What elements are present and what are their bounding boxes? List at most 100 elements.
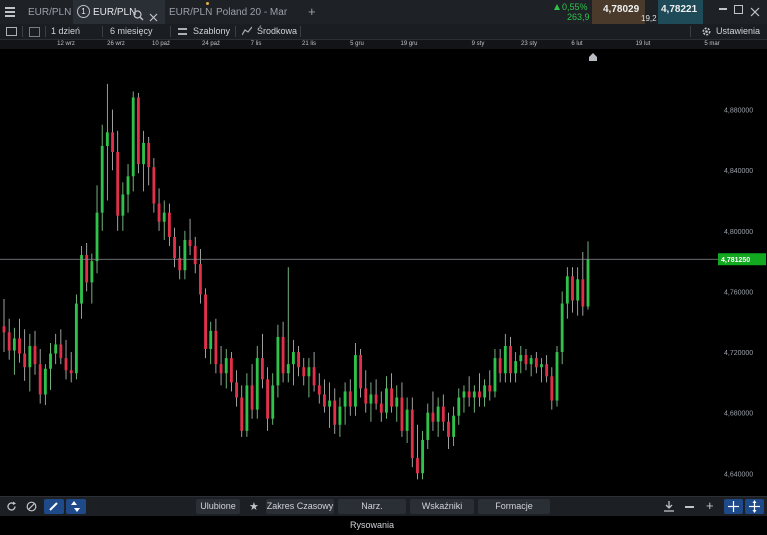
candlestick-chart[interactable]: 4,880000 4,840000 4,800000 4,760000 4,720000… [0, 49, 767, 496]
range-selector[interactable]: 6 miesięcy [110, 24, 153, 39]
disable-icon[interactable] [26, 501, 37, 514]
current-price-label: 4,781250 [721, 257, 750, 264]
tab-eurpln-active[interactable]: 1 EUR/PLN [73, 0, 165, 24]
templates-button[interactable]: Szablony [193, 24, 230, 39]
maximize-icon[interactable] [734, 5, 743, 14]
candle [297, 345, 301, 377]
candle [152, 158, 156, 213]
sort-tool-button[interactable] [66, 499, 86, 514]
candle-body [43, 368, 47, 395]
pen-tool-button[interactable] [44, 499, 64, 514]
candle-body [586, 259, 590, 307]
candle [54, 333, 58, 365]
menu-icon[interactable] [5, 7, 15, 17]
panel-icon[interactable] [6, 27, 17, 36]
candle-body [204, 294, 207, 350]
candle-body [54, 344, 58, 354]
candle [209, 321, 213, 365]
candle-body [235, 382, 238, 398]
gear-icon[interactable] [701, 26, 712, 39]
crosshair-button[interactable] [724, 499, 743, 514]
candle [519, 345, 523, 374]
spread-value: 19,2 [641, 14, 657, 23]
candle-body [281, 336, 285, 374]
candle [162, 200, 166, 240]
candle [447, 412, 450, 450]
candle-body [7, 332, 11, 351]
candle-body [333, 400, 337, 425]
candle-body [100, 145, 104, 213]
price-axis: 4,880000 4,840000 4,800000 4,760000 4,720000… [724, 108, 753, 479]
candle [436, 397, 440, 437]
candle-body [28, 345, 32, 368]
candle [271, 373, 275, 425]
favorites-button[interactable]: Ulubione [196, 499, 240, 514]
zoom-out-icon[interactable] [685, 506, 694, 508]
candle [23, 329, 27, 381]
price-chart[interactable]: 4,880000 4,840000 4,800000 4,760000 4,720000… [0, 49, 767, 496]
candle [224, 349, 228, 389]
date-tick-label: 7 lis [250, 41, 262, 47]
tab-eurpln-1[interactable]: EUR/PLN [22, 0, 88, 24]
candle-body [126, 176, 130, 195]
candle-body [395, 397, 399, 407]
candle-body [405, 409, 409, 431]
close-window-icon[interactable] [750, 4, 760, 22]
candle-body [503, 345, 507, 374]
tab-eurpln-2[interactable]: EUR/PLN [166, 0, 215, 24]
candle-body [188, 239, 192, 246]
price-tick-label: 4,840000 [724, 168, 753, 175]
chart-type-selector[interactable]: Środkowa [257, 24, 297, 39]
candle-body [214, 330, 218, 365]
candle [235, 370, 238, 407]
price-marker-icon[interactable] [589, 48, 597, 61]
candle [524, 349, 528, 371]
drawing-tools-button[interactable]: Narz. Rysowania [338, 499, 406, 530]
minimize-icon[interactable] [719, 8, 727, 10]
candle-body [219, 364, 223, 374]
candle [457, 388, 461, 425]
interval-selector[interactable]: 1 dzień [51, 24, 80, 39]
candle [545, 355, 549, 383]
divider [22, 26, 23, 37]
candle [410, 397, 414, 468]
tab-poland20[interactable]: Poland 20 - Mar 2023 [212, 0, 308, 44]
refresh-icon[interactable] [6, 501, 17, 514]
candle-body [291, 352, 295, 365]
fit-button[interactable] [745, 499, 764, 514]
time-range-button[interactable]: Zakres Czasowy [266, 499, 334, 514]
date-axis: 12 wrz 26 wrz 10 paź 24 paź 7 lis 21 lis 5 gru… [0, 40, 767, 49]
candle [43, 364, 47, 406]
trade-icon[interactable] [663, 500, 675, 514]
star-icon[interactable]: ★ [249, 500, 259, 513]
candle-body [307, 367, 311, 377]
settings-button[interactable]: Ustawienia [716, 24, 760, 39]
layout-grid-icon[interactable] [29, 27, 40, 37]
candle [581, 252, 585, 316]
change-percent: 0,55% [562, 2, 588, 12]
candle-body [209, 330, 213, 350]
add-tab-icon[interactable]: + [308, 5, 316, 18]
zoom-in-icon[interactable]: + [706, 499, 714, 512]
candle-body [64, 358, 68, 371]
candle-body [111, 132, 114, 153]
candle [333, 388, 337, 434]
candle-body [519, 355, 523, 362]
candle-body [260, 358, 264, 380]
candle-body [297, 352, 301, 368]
candle [338, 397, 342, 437]
candle-body [328, 400, 332, 407]
change-points: 263,9 [567, 12, 590, 22]
candle [131, 91, 135, 192]
sort-arrows-icon [71, 501, 80, 512]
candle-body [80, 255, 83, 304]
buy-price-button[interactable]: 4,78221 [658, 0, 703, 24]
candle [214, 318, 218, 374]
patterns-button[interactable]: Formacje [478, 499, 550, 514]
candle-body [385, 388, 388, 413]
indicators-button[interactable]: Wskaźniki [410, 499, 474, 514]
candle [33, 330, 37, 375]
candle-body [379, 403, 383, 413]
candle [385, 376, 388, 419]
ask-price: 4,78221 [661, 4, 698, 15]
